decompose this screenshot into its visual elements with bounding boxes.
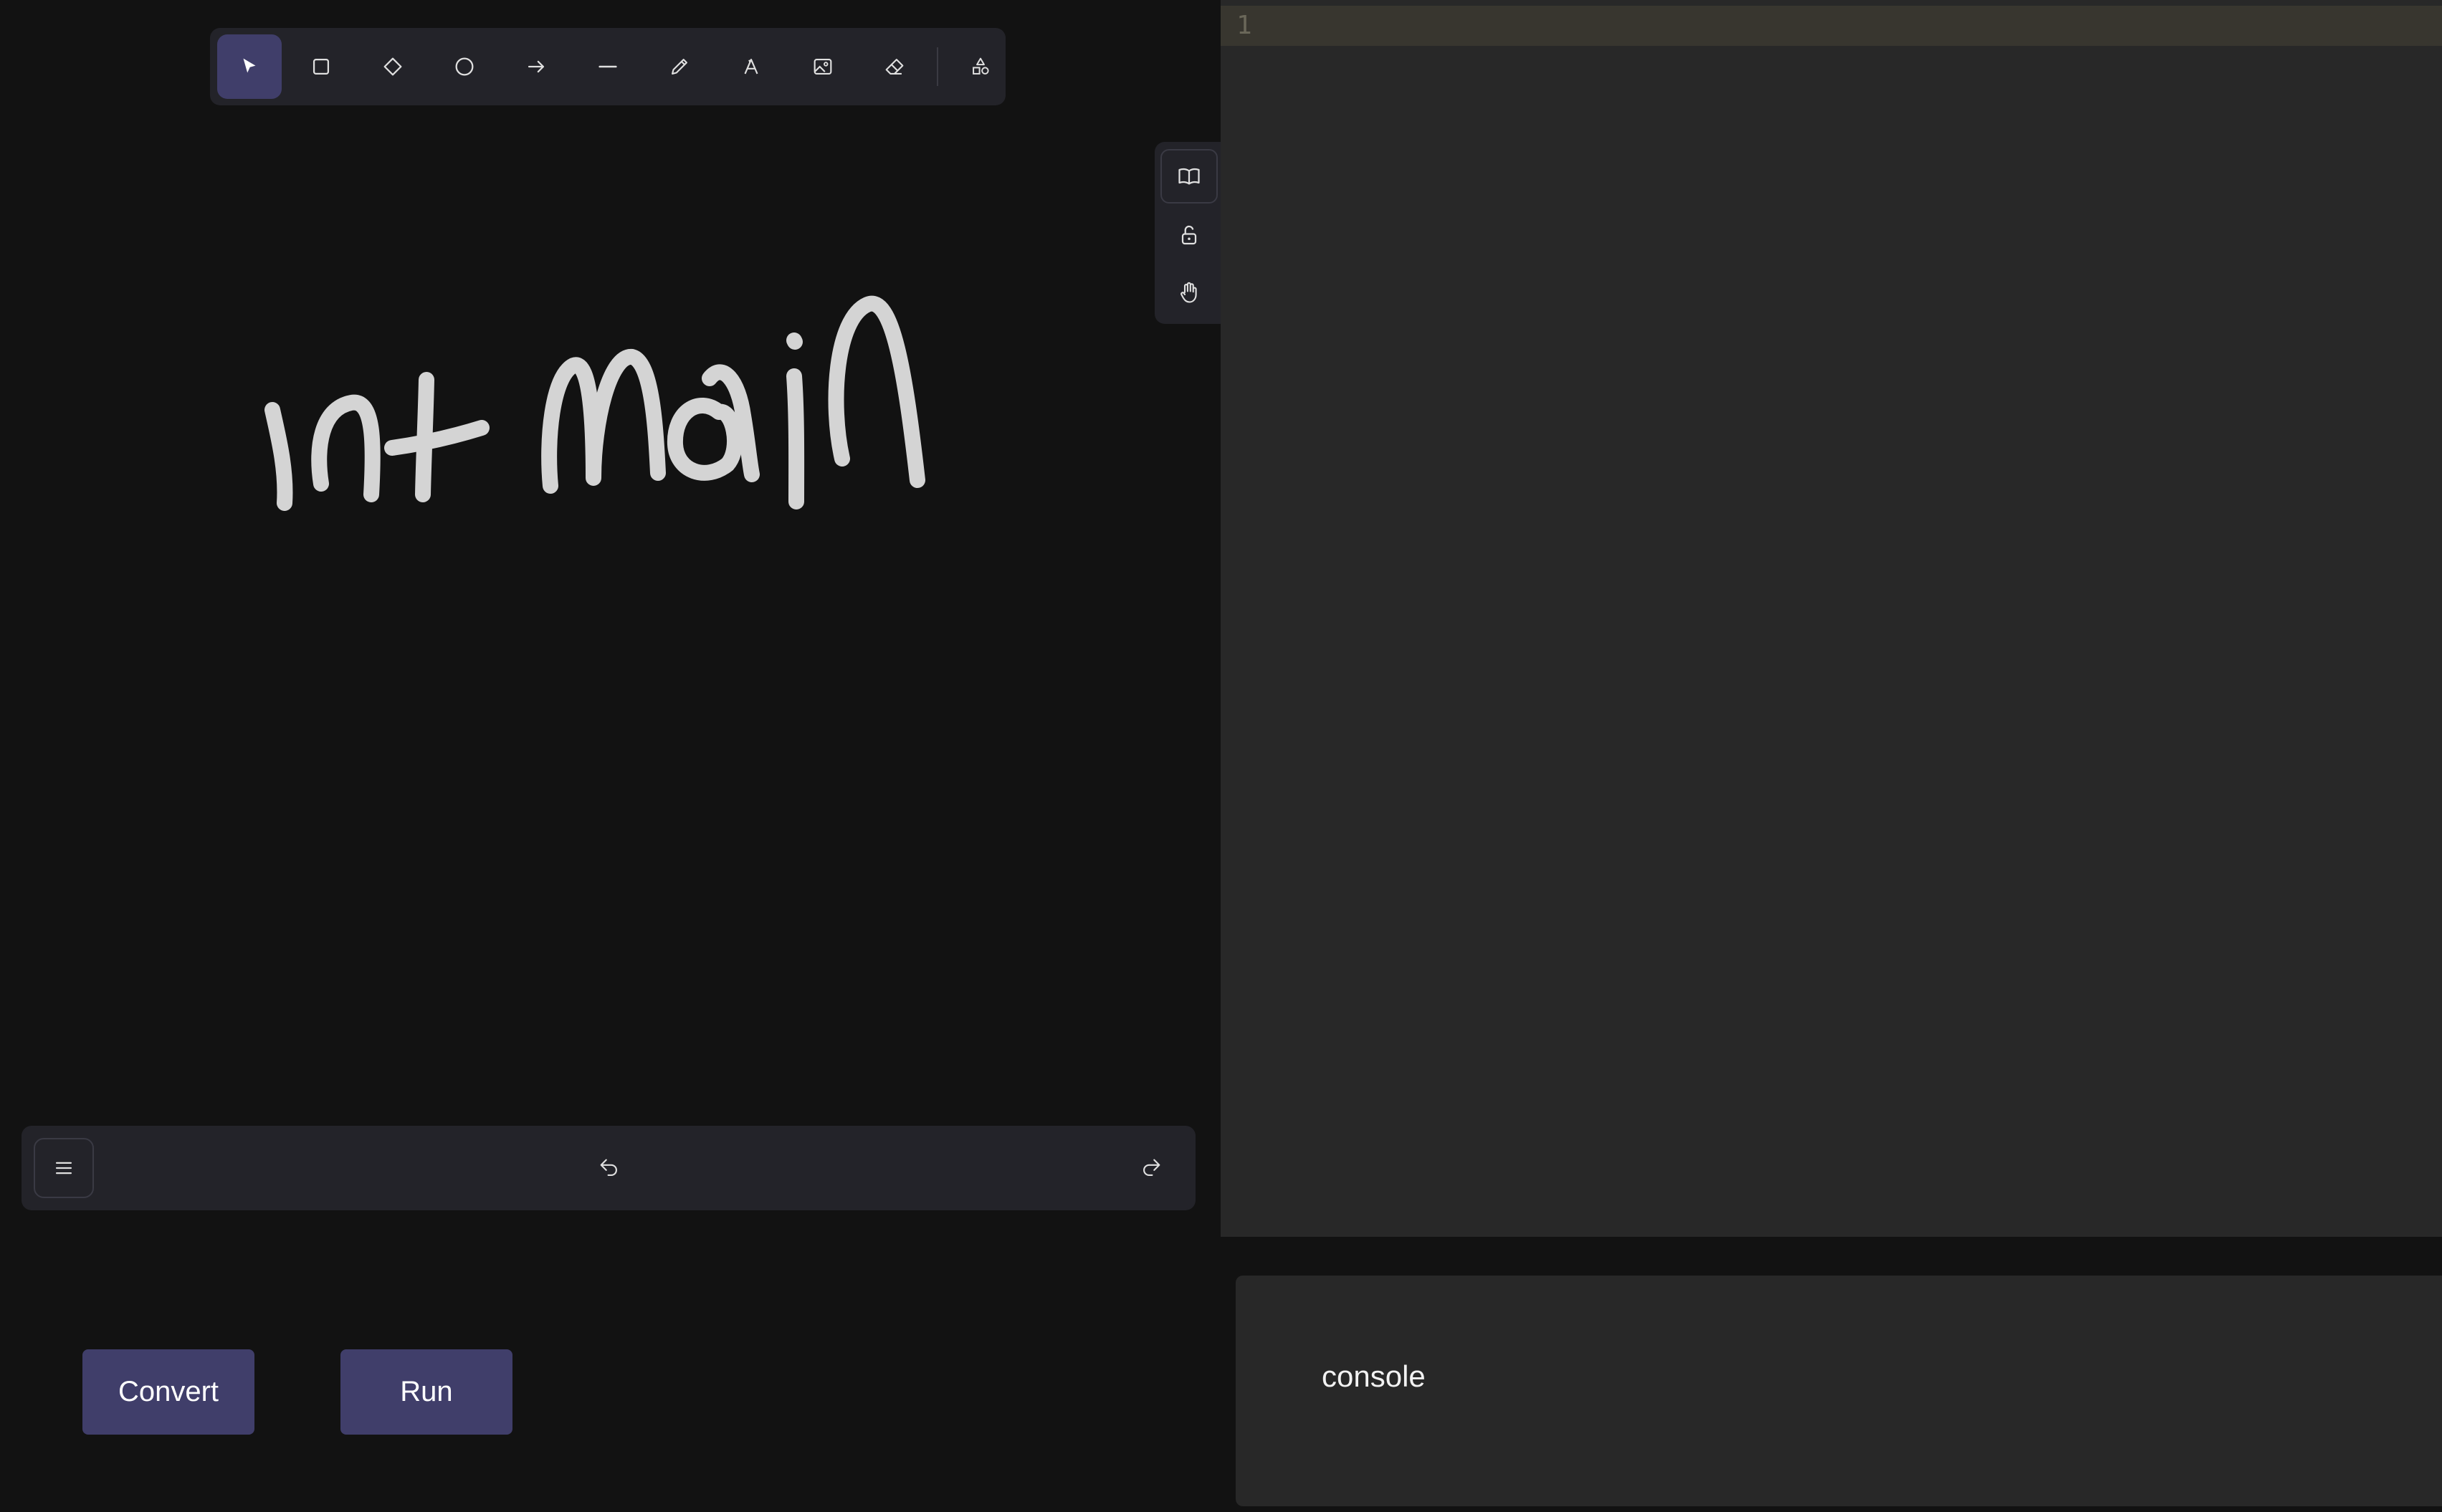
- diamond-tool-button[interactable]: [361, 34, 425, 99]
- pencil-icon: [672, 59, 687, 75]
- library-button[interactable]: [1160, 149, 1218, 204]
- diamond-icon: [383, 57, 402, 76]
- hand-icon: [1181, 282, 1197, 303]
- draw-tool-button[interactable]: [647, 34, 712, 99]
- hand-tool-button[interactable]: [1160, 265, 1218, 320]
- line-number: 1: [1236, 11, 1252, 40]
- main-menu-button[interactable]: [34, 1138, 94, 1198]
- shapes-icon: [973, 57, 989, 75]
- arrow-icon: [528, 60, 545, 73]
- hamburger-icon: [55, 1162, 72, 1174]
- freehand-drawing[interactable]: [215, 265, 968, 530]
- text-tool-button[interactable]: [719, 34, 783, 99]
- image-icon: [814, 59, 832, 75]
- drawing-toolbar: [210, 28, 1006, 105]
- ellipse-icon: [455, 57, 474, 76]
- undo-button[interactable]: [579, 1138, 639, 1198]
- redo-icon: [1143, 1159, 1160, 1176]
- stroke-t-cross: [384, 420, 490, 456]
- lock-toggle-button[interactable]: [1160, 208, 1218, 262]
- text-icon: [744, 59, 758, 75]
- line-icon: [598, 65, 617, 68]
- toolbar-divider: [937, 47, 938, 86]
- stroke-i-dot: [786, 332, 803, 350]
- line-tool-button[interactable]: [576, 34, 640, 99]
- stroke-n: [311, 394, 381, 502]
- undo-icon: [600, 1159, 617, 1176]
- cursor-icon: [243, 58, 256, 73]
- active-line-highlight: [1221, 6, 2442, 46]
- bottom-toolbar: [22, 1126, 1196, 1210]
- redo-button[interactable]: [1121, 1138, 1181, 1198]
- rectangle-tool-button[interactable]: [289, 34, 353, 99]
- rectangle-icon: [313, 58, 330, 75]
- convert-button[interactable]: Convert: [82, 1349, 254, 1435]
- arrow-tool-button[interactable]: [504, 34, 568, 99]
- selection-tool-button[interactable]: [217, 34, 282, 99]
- stroke-i-stem: [786, 368, 805, 509]
- unlock-icon: [1181, 225, 1197, 245]
- console-label: console: [1322, 1359, 1426, 1393]
- run-button[interactable]: Run: [340, 1349, 512, 1435]
- more-shapes-button[interactable]: [948, 34, 1013, 99]
- book-icon: [1178, 168, 1200, 185]
- ellipse-tool-button[interactable]: [432, 34, 497, 99]
- eraser-icon: [885, 59, 904, 75]
- code-editor[interactable]: 1: [1221, 0, 2442, 1237]
- stroke-n-arch: [828, 295, 925, 488]
- drawing-canvas[interactable]: Convert Run: [0, 0, 1221, 1512]
- console-panel: console: [1236, 1276, 2442, 1506]
- stroke-i: [264, 402, 293, 511]
- stroke-a-bowl: [667, 398, 743, 481]
- side-toolbar: [1155, 142, 1221, 324]
- stroke-m: [541, 349, 666, 494]
- image-tool-button[interactable]: [791, 34, 855, 99]
- eraser-tool-button[interactable]: [862, 34, 927, 99]
